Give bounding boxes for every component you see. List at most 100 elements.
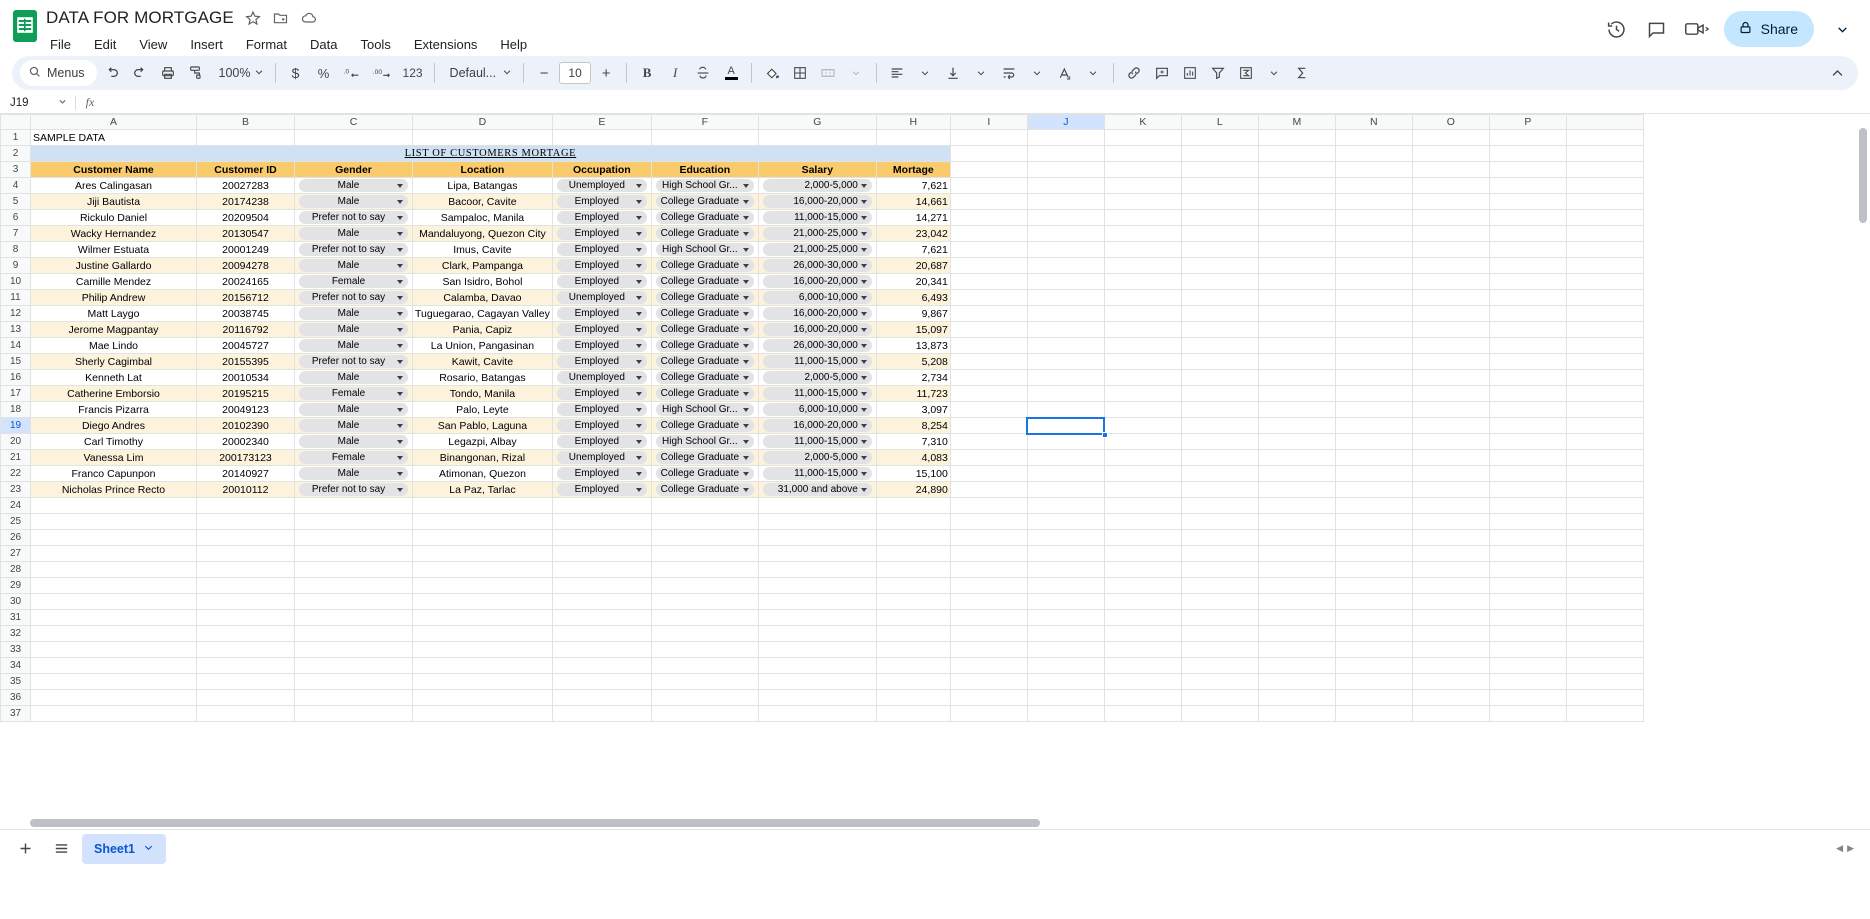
cell-row33-cell[interactable] <box>1103 641 1182 658</box>
cell-mortage[interactable]: 14,661 <box>875 193 951 210</box>
cell-row16-cell[interactable] <box>1488 369 1567 386</box>
cell-row26-cell[interactable] <box>412 529 553 546</box>
cell-row5-cell[interactable] <box>1488 193 1567 210</box>
cell-customer-id[interactable]: 20094278 <box>196 257 295 274</box>
cell-row27-cell[interactable] <box>757 545 877 562</box>
salary-dropdown-chip[interactable]: 2,000-5,000 <box>762 451 872 464</box>
cell-row27-cell[interactable] <box>875 545 951 562</box>
cell-row18-cell[interactable] <box>1026 401 1105 418</box>
merge-cells-icon[interactable] <box>815 60 841 86</box>
cell-row26-cell[interactable] <box>1411 529 1490 546</box>
cell-row36-cell[interactable] <box>412 689 553 706</box>
cell-row1-cell[interactable] <box>1411 129 1490 146</box>
cell-row25-cell[interactable] <box>294 513 413 530</box>
share-button[interactable]: Share <box>1723 11 1814 47</box>
cell-row30-cell[interactable] <box>30 593 197 610</box>
column-header-D[interactable]: D <box>412 114 553 130</box>
cell-row35-cell[interactable] <box>1565 673 1644 690</box>
cell-row37-cell[interactable] <box>650 705 759 722</box>
cell-location[interactable]: San Isidro, Bohol <box>412 273 553 290</box>
cell-row32-cell[interactable] <box>196 625 295 642</box>
cell-row28-cell[interactable] <box>1334 561 1413 578</box>
salary-dropdown-chip[interactable]: 21,000-25,000 <box>762 227 872 240</box>
cell-row26-cell[interactable] <box>30 529 197 546</box>
education-dropdown-chip[interactable]: College Graduate <box>655 467 754 480</box>
cell-row18-cell[interactable] <box>1103 401 1182 418</box>
header-cell-0[interactable]: Customer Name <box>30 161 197 178</box>
gender-dropdown-chip[interactable]: Male <box>299 179 408 192</box>
cell-row31-cell[interactable] <box>551 609 652 626</box>
gender-dropdown-chip[interactable]: Prefer not to say <box>299 243 408 256</box>
vertical-align-icon[interactable] <box>940 60 966 86</box>
cell-row10-cell[interactable] <box>1488 273 1567 290</box>
cell-row27-cell[interactable] <box>1565 545 1644 562</box>
column-header-L[interactable]: L <box>1180 114 1259 130</box>
cell-row19-cell[interactable] <box>1257 417 1336 434</box>
cell-salary[interactable]: 11,000-15,000 <box>757 385 877 402</box>
cell-salary[interactable]: 2,000-5,000 <box>757 449 877 466</box>
cell-row10-cell[interactable] <box>949 273 1028 290</box>
cell-education[interactable]: College Graduate <box>650 337 759 354</box>
print-icon[interactable] <box>155 60 181 86</box>
cell-salary[interactable]: 26,000-30,000 <box>757 337 877 354</box>
occupation-dropdown-chip[interactable]: Employed <box>556 275 647 288</box>
cell-row14-cell[interactable] <box>1180 337 1259 354</box>
cell-customer-name[interactable]: Jiji Bautista <box>30 193 197 210</box>
cell-row21-cell[interactable] <box>949 449 1028 466</box>
cell-occupation[interactable]: Employed <box>551 385 652 402</box>
cell-row11-cell[interactable] <box>1488 289 1567 306</box>
cell-row35-cell[interactable] <box>1411 673 1490 690</box>
cell-education[interactable]: College Graduate <box>650 369 759 386</box>
menu-insert[interactable]: Insert <box>186 36 227 53</box>
cell-customer-name[interactable]: Catherine Emborsio <box>30 385 197 402</box>
cell-customer-id[interactable]: 20038745 <box>196 305 295 322</box>
cell-row32-cell[interactable] <box>1334 625 1413 642</box>
cell-customer-name[interactable]: Rickulo Daniel <box>30 209 197 226</box>
sheets-logo-icon[interactable] <box>10 6 40 46</box>
text-wrapping-icon[interactable] <box>996 60 1022 86</box>
cell-row19-cell[interactable] <box>1411 417 1490 434</box>
row-header-31[interactable]: 31 <box>0 609 31 626</box>
cell-row10-cell[interactable] <box>1257 273 1336 290</box>
occupation-dropdown-chip[interactable]: Employed <box>556 403 647 416</box>
cell-education[interactable]: High School Gr... <box>650 401 759 418</box>
cell-row11-cell[interactable] <box>1026 289 1105 306</box>
cell-row35-cell[interactable] <box>1180 673 1259 690</box>
cell-row27-cell[interactable] <box>294 545 413 562</box>
cell-row24-cell[interactable] <box>1026 497 1105 514</box>
font-size-input[interactable]: 10 <box>559 62 592 84</box>
cell-row9-cell[interactable] <box>1180 257 1259 274</box>
cell-row31-cell[interactable] <box>650 609 759 626</box>
cell-row12-cell[interactable] <box>1334 305 1413 322</box>
cell-row21-cell[interactable] <box>1565 449 1644 466</box>
row-header-30[interactable]: 30 <box>0 593 31 610</box>
cell-row7-cell[interactable] <box>949 225 1028 242</box>
cell-customer-name[interactable]: Justine Gallardo <box>30 257 197 274</box>
cell-row30-cell[interactable] <box>1103 593 1182 610</box>
cell-row25-cell[interactable] <box>875 513 951 530</box>
cell-row4-cell[interactable] <box>1411 177 1490 194</box>
gender-dropdown-chip[interactable]: Male <box>299 467 408 480</box>
cell-customer-name[interactable]: Matt Laygo <box>30 305 197 322</box>
cell-row17-cell[interactable] <box>1565 385 1644 402</box>
cell-salary[interactable]: 21,000-25,000 <box>757 241 877 258</box>
cell-row15-cell[interactable] <box>1488 353 1567 370</box>
cell-row23-cell[interactable] <box>1565 481 1644 498</box>
cell-location[interactable]: San Pablo, Laguna <box>412 417 553 434</box>
cell-row35-cell[interactable] <box>1488 673 1567 690</box>
cell-row17-cell[interactable] <box>1257 385 1336 402</box>
cell-row31-cell[interactable] <box>1257 609 1336 626</box>
column-header-G[interactable]: G <box>757 114 877 130</box>
row-header-35[interactable]: 35 <box>0 673 31 690</box>
cell-row33-cell[interactable] <box>551 641 652 658</box>
cell-row31-cell[interactable] <box>757 609 877 626</box>
cell-row21-cell[interactable] <box>1103 449 1182 466</box>
cell-row37-cell[interactable] <box>1334 705 1413 722</box>
cell-row25-cell[interactable] <box>1180 513 1259 530</box>
cell-row29-cell[interactable] <box>875 577 951 594</box>
column-header-E[interactable]: E <box>551 114 652 130</box>
occupation-dropdown-chip[interactable]: Employed <box>556 355 647 368</box>
cell-row20-cell[interactable] <box>949 433 1028 450</box>
sigma-icon[interactable] <box>1289 60 1315 86</box>
cell-row5-cell[interactable] <box>1257 193 1336 210</box>
